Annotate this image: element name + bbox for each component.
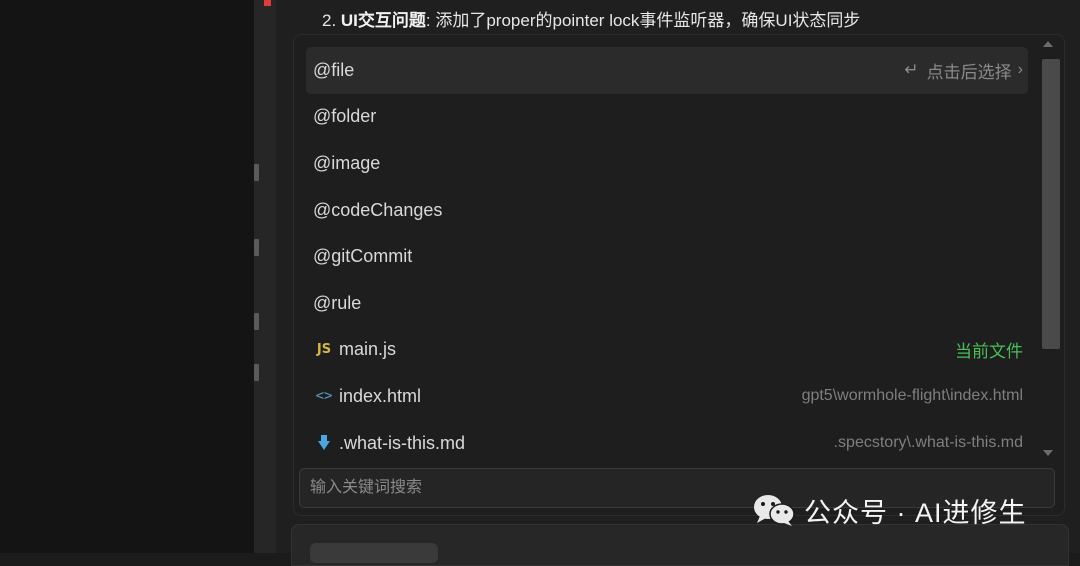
file-name: index.html <box>339 385 422 406</box>
message-prefix: 2. <box>322 11 341 30</box>
wechat-logo-icon <box>752 492 796 528</box>
mention-list: @file ↵ 点击后选择 › @folder @image @codeChan… <box>306 47 1028 466</box>
javascript-file-icon: JS <box>316 342 332 358</box>
mention-item-gitcommit[interactable]: @gitCommit <box>306 233 1028 280</box>
gutter-marker <box>254 164 259 181</box>
markdown-file-icon <box>313 435 335 451</box>
mention-label: @folder <box>313 106 377 127</box>
mention-item-file[interactable]: @file ↵ 点击后选择 › <box>306 47 1028 94</box>
gutter-marker <box>254 364 259 381</box>
file-name: main.js <box>339 339 397 360</box>
mention-hint-text: 点击后选择 <box>926 62 1012 82</box>
mention-popup: @file ↵ 点击后选择 › @folder @image @codeChan… <box>293 34 1065 516</box>
mention-item-codechanges[interactable]: @codeChanges <box>306 187 1028 234</box>
chat-input-area <box>291 524 1069 566</box>
left-pane <box>0 0 254 553</box>
mention-item-folder[interactable]: @folder <box>306 94 1028 141</box>
message-bold: UI交互问题 <box>340 11 426 30</box>
gutter-marker <box>254 239 259 256</box>
scroll-down-arrow-icon[interactable] <box>1043 450 1053 456</box>
mention-label: @rule <box>313 292 362 313</box>
file-path: .specstory\.what-is-this.md <box>833 434 1023 452</box>
file-path: gpt5\wormhole-flight\index.html <box>801 387 1023 405</box>
mention-item-image[interactable]: @image <box>306 140 1028 187</box>
file-name: .what-is-this.md <box>339 432 466 453</box>
mention-hint: ↵ 点击后选择 › <box>904 47 1023 94</box>
chat-message-line: 2. UI交互问题: 添加了proper的pointer lock事件监听器，确… <box>322 6 860 31</box>
watermark-text: 公众号 · AI进修生 <box>804 497 1027 528</box>
gutter <box>254 0 276 553</box>
input-toolbar-pill[interactable] <box>310 543 438 563</box>
file-item-main-js[interactable]: JS main.js 当前文件 <box>306 327 1028 374</box>
file-item-index-html[interactable]: <> index.html gpt5\wormhole-flight\index… <box>306 373 1028 420</box>
mention-label: @gitCommit <box>313 246 413 267</box>
mention-label: @codeChanges <box>313 199 443 220</box>
mention-label: @image <box>313 152 381 173</box>
current-file-badge: 当前文件 <box>955 342 1023 362</box>
watermark: 公众号 · AI进修生 <box>752 490 1027 530</box>
chevron-right-icon: › <box>1017 61 1023 79</box>
message-rest: : 添加了proper的pointer lock事件监听器，确保UI状态同步 <box>425 11 861 30</box>
scrollbar-thumb[interactable] <box>1042 59 1060 349</box>
enter-icon: ↵ <box>904 60 919 80</box>
scroll-up-arrow-icon[interactable] <box>1043 41 1053 47</box>
mention-item-rule[interactable]: @rule <box>306 280 1028 327</box>
html-file-icon: <> <box>315 388 333 405</box>
gutter-marker <box>254 313 259 330</box>
mention-label: @file <box>313 59 355 80</box>
error-marker <box>264 0 271 6</box>
file-item-what-is-this-md[interactable]: .what-is-this.md .specstory\.what-is-thi… <box>306 420 1028 467</box>
